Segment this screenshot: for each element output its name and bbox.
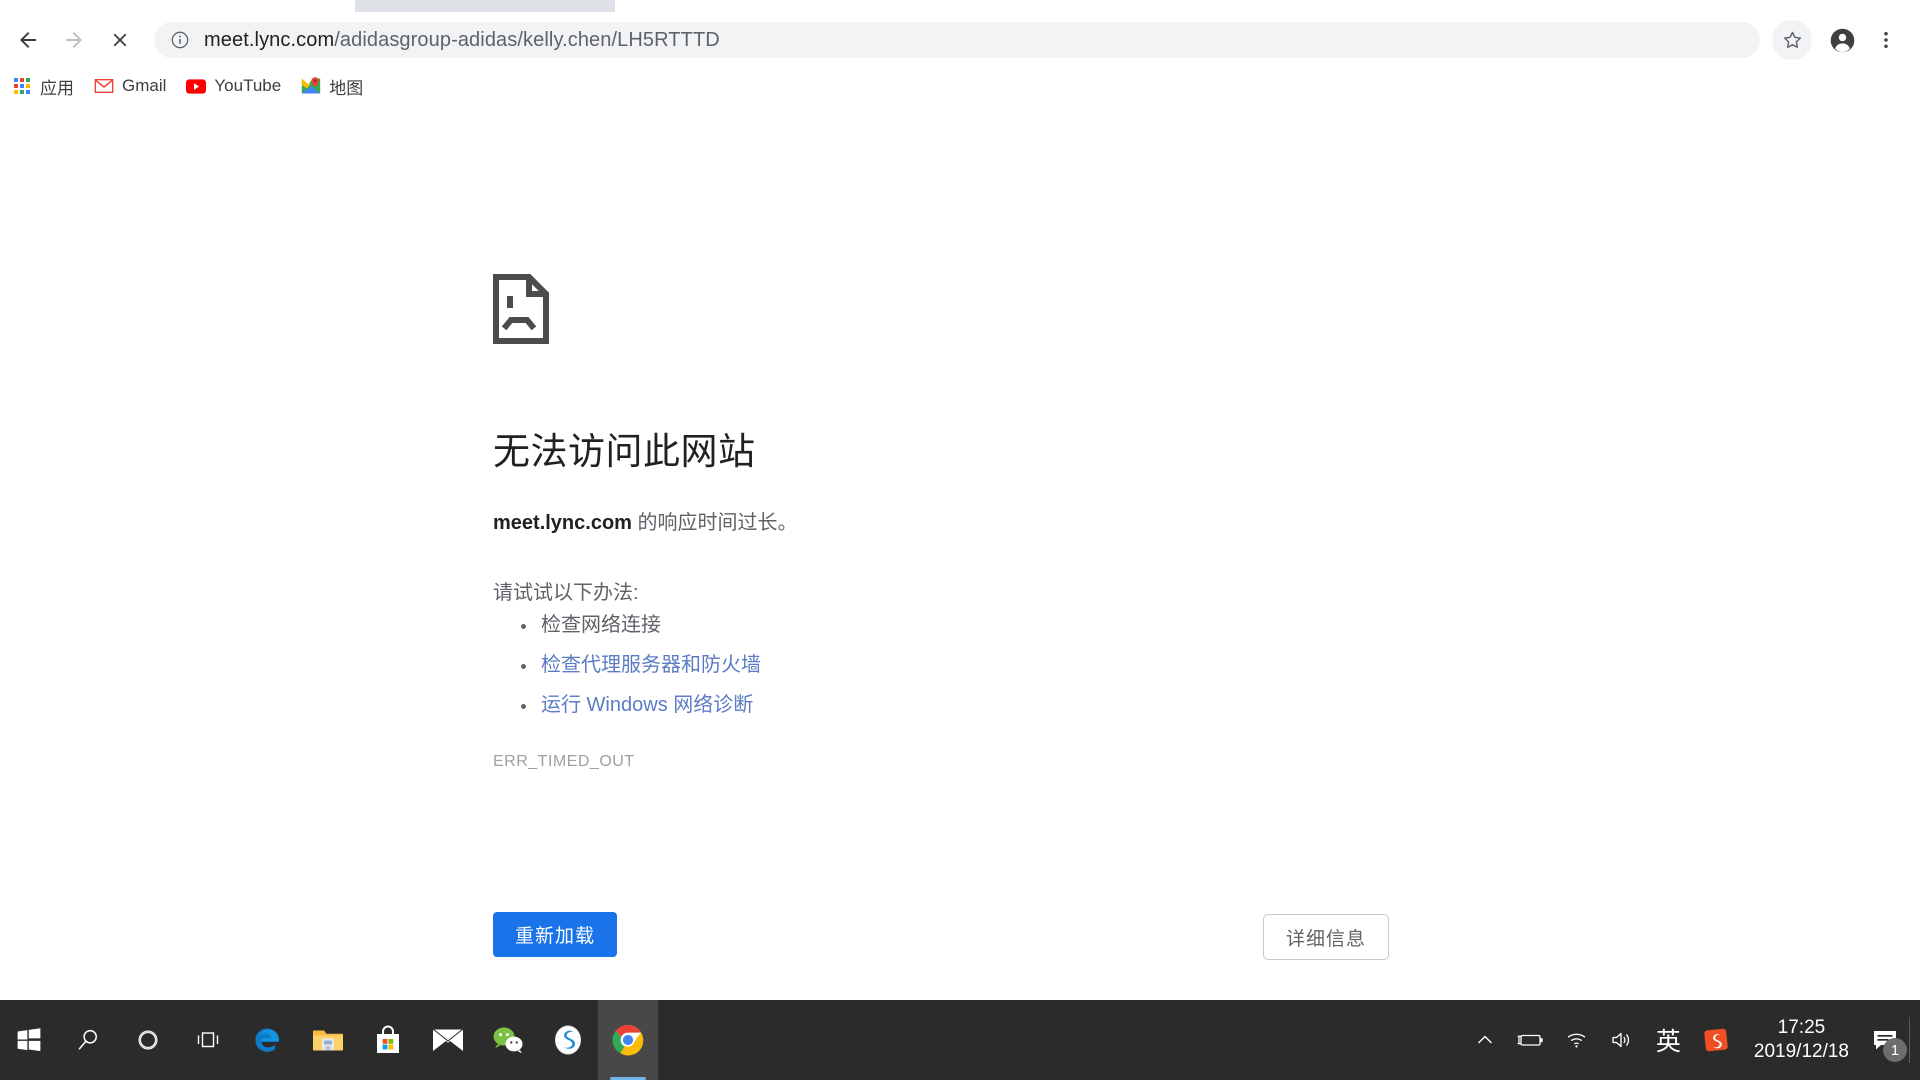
system-tray: 英 17:25 2019/12/18 1 (1465, 1000, 1920, 1080)
microsoft-store-button[interactable] (358, 1000, 418, 1080)
file-explorer-button[interactable] (298, 1000, 358, 1080)
edge-button[interactable] (238, 1000, 298, 1080)
page-title: 无法访问此网站 (493, 431, 756, 472)
url-host: meet.lync.com (204, 28, 335, 51)
star-icon (1783, 31, 1801, 48)
bookmark-item-maps[interactable]: 地图 (293, 72, 371, 100)
profile-button[interactable] (1822, 20, 1862, 60)
bookmarks-bar: 应用 Gmail YouTube 地图 (0, 68, 1920, 104)
clock-date: 2019/12/18 (1753, 1041, 1849, 1062)
sogou-ime-button[interactable] (1692, 1000, 1740, 1080)
notification-center-button[interactable]: 1 (1863, 1000, 1907, 1080)
chrome-browser-icon (612, 1024, 644, 1056)
error-code: ERR_TIMED_OUT (493, 753, 635, 771)
volume-button[interactable] (1599, 1000, 1645, 1080)
address-bar[interactable]: meet.lync.com/adidasgroup-adidas/kelly.c… (154, 22, 1760, 58)
forward-button[interactable] (54, 20, 94, 60)
account-avatar-icon (1830, 28, 1854, 52)
sad-page-icon (493, 274, 549, 344)
url-path: /adidasgroup-adidas/kelly.chen/LH5RTTTD (334, 28, 720, 51)
browser-toolbar: meet.lync.com/adidasgroup-adidas/kelly.c… (0, 12, 1920, 68)
sogou-ime-icon (1704, 1028, 1728, 1052)
error-subtitle-host: meet.lync.com (493, 512, 632, 535)
network-button[interactable] (1555, 1000, 1599, 1080)
error-subtitle-rest: 的响应时间过长。 (631, 512, 798, 535)
tray-divider (1909, 1017, 1910, 1063)
battery-charging-icon (1517, 1034, 1543, 1046)
wifi-icon (1567, 1033, 1586, 1048)
bookmark-label: Gmail (122, 76, 167, 95)
file-explorer-folder-icon (313, 1030, 343, 1051)
start-button[interactable] (0, 1000, 58, 1080)
error-subtitle: meet.lync.com 的响应时间过长。 (493, 508, 1493, 538)
battery-button[interactable] (1505, 1000, 1555, 1080)
bookmark-label: 应用 (40, 78, 74, 98)
arrow-right-icon (66, 32, 82, 48)
bookmark-item-apps[interactable]: 应用 (4, 72, 82, 100)
suggestions-list: 检查网络连接 检查代理服务器和防火墙 运行 Windows 网络诊断 (493, 615, 1493, 715)
mail-button[interactable] (418, 1000, 478, 1080)
cortana-button[interactable] (118, 1000, 178, 1080)
ime-language-button[interactable]: 英 (1645, 1000, 1692, 1080)
three-dots-menu-icon (1884, 32, 1888, 48)
microsoft-store-bag-icon (377, 1025, 399, 1053)
bookmark-item-gmail[interactable]: Gmail (86, 72, 174, 100)
tray-overflow-button[interactable] (1465, 1000, 1505, 1080)
browser-window: ✕ (0, 0, 1920, 1080)
clock[interactable]: 17:25 2019/12/18 (1740, 1000, 1863, 1080)
page-content: 无法访问此网站 meet.lync.com 的响应时间过长。 请试试以下办法: … (0, 104, 1920, 960)
speaker-volume-icon (1612, 1032, 1629, 1048)
cortana-circle-icon (138, 1030, 158, 1050)
stop-loading-button[interactable] (100, 20, 140, 60)
ime-label: 英 (1655, 1027, 1681, 1056)
gmail-icon (94, 76, 114, 96)
suggestion-link-network-diagnostics[interactable]: 运行 Windows 网络诊断 (493, 695, 1493, 715)
clock-time: 17:25 (1777, 1016, 1826, 1038)
google-maps-icon (301, 76, 321, 96)
apps-grid-icon (12, 76, 32, 96)
chrome-menu-button[interactable] (1866, 20, 1906, 60)
youtube-icon (186, 76, 207, 96)
search-button[interactable] (58, 1000, 118, 1080)
chevron-up-icon (1477, 1035, 1492, 1044)
chrome-button[interactable] (598, 1000, 658, 1080)
task-view-icon (197, 1032, 219, 1048)
back-button[interactable] (8, 20, 48, 60)
task-view-button[interactable] (178, 1000, 238, 1080)
edge-browser-icon (255, 1028, 279, 1052)
bookmark-item-youtube[interactable]: YouTube (178, 72, 289, 100)
suggestions-label: 请试试以下办法: (493, 582, 639, 605)
suggestion-link-proxy-firewall[interactable]: 检查代理服务器和防火墙 (493, 655, 1493, 675)
wechat-icon (493, 1027, 523, 1054)
bookmark-label: YouTube (214, 76, 282, 95)
windows-logo-icon (17, 1028, 41, 1052)
bookmark-label: 地图 (329, 78, 364, 98)
notification-badge: 1 (1883, 1038, 1907, 1062)
address-bar-url: meet.lync.com/adidasgroup-adidas/kelly.c… (204, 29, 720, 52)
arrow-left-icon (20, 32, 36, 48)
close-x-icon (113, 33, 127, 47)
tab-strip: ✕ (0, 0, 1920, 18)
info-circle-icon[interactable] (170, 30, 190, 50)
details-button[interactable]: 详细信息 (1263, 914, 1390, 960)
sogou-browser-icon (555, 1025, 581, 1055)
search-magnifier-icon (78, 1029, 97, 1050)
wechat-button[interactable] (478, 1000, 538, 1080)
mail-envelope-icon (431, 1028, 465, 1051)
sogou-browser-button[interactable] (538, 1000, 598, 1080)
reload-button[interactable]: 重新加载 (493, 912, 618, 957)
bookmark-star-button[interactable] (1772, 20, 1812, 60)
error-actions: 重新加载 详细信息 (493, 912, 1403, 960)
suggestion-item: 检查网络连接 (493, 615, 1493, 635)
error-container: 无法访问此网站 meet.lync.com 的响应时间过长。 请试试以下办法: … (493, 274, 1493, 771)
